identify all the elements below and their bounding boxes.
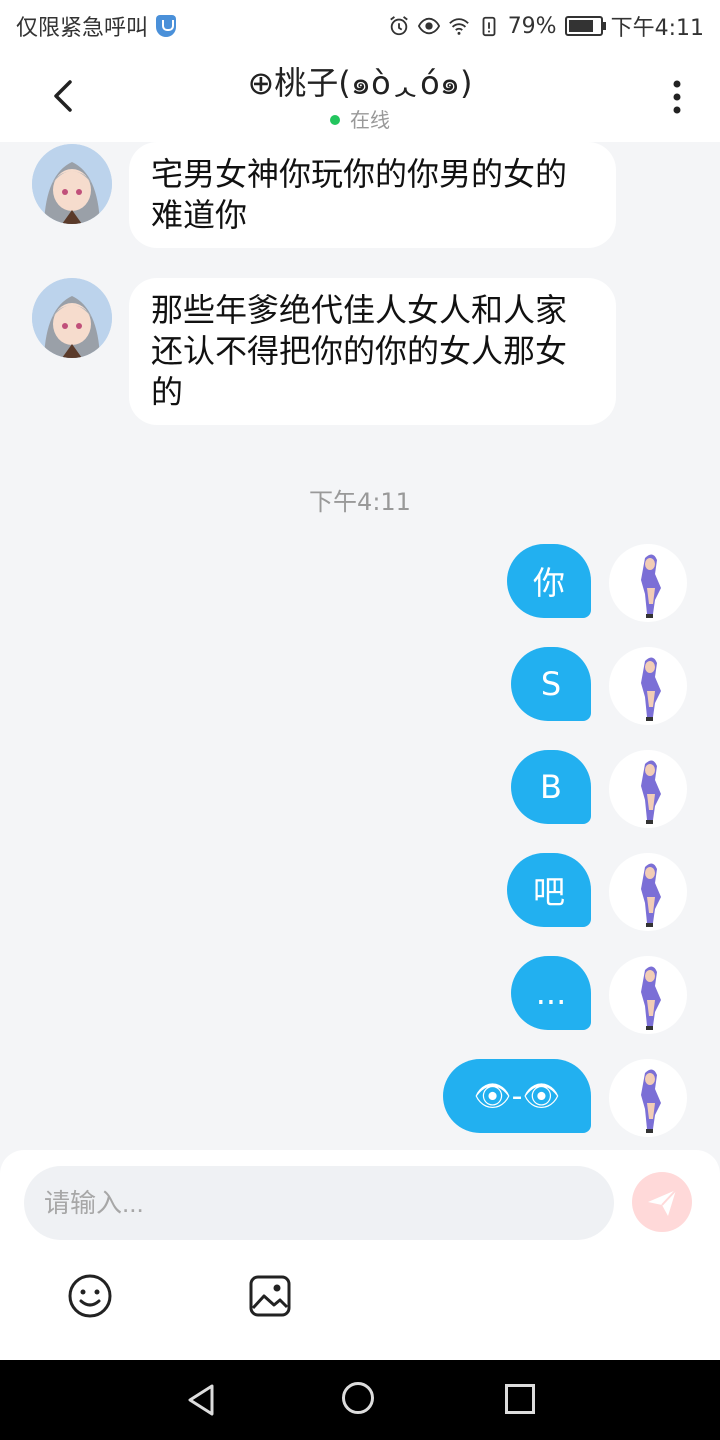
user-avatar[interactable] [609,1059,687,1137]
presence-status: 在线 [0,104,720,133]
more-vertical-icon[interactable] [662,78,692,116]
composer [0,1150,720,1360]
contact-name: ⊕桃子(๑òᆺó๑) [247,64,473,102]
battery-icon [564,16,606,36]
outgoing-bubble[interactable]: 你 [507,544,591,618]
contact-avatar[interactable] [32,278,112,358]
outgoing-bubble[interactable]: 👁-👁 [443,1059,591,1133]
outgoing-bubble[interactable]: S [511,647,591,721]
outgoing-message: ... [0,956,720,1036]
avatar-image [32,278,112,358]
outgoing-bubble[interactable]: 吧 [507,853,591,927]
outgoing-message: 你 [0,544,720,624]
battery-percent: 79% [507,13,557,39]
outgoing-message: S [0,647,720,727]
outgoing-message: 吧 [0,853,720,933]
carrier-label: 仅限紧急呼叫 [16,16,149,41]
nav-home-icon[interactable] [342,1382,374,1414]
outgoing-bubble[interactable]: B [511,750,591,824]
system-nav-bar [0,1360,720,1440]
user-avatar[interactable] [609,647,687,725]
user-avatar[interactable] [609,956,687,1034]
send-icon [648,1189,677,1216]
user-avatar[interactable] [609,544,687,622]
outgoing-message: B [0,750,720,830]
outgoing-message: 👁-👁 [0,1059,720,1139]
nav-recent-icon[interactable] [505,1384,535,1414]
message-input[interactable] [24,1166,614,1240]
message-timestamp: 下午4:11 [309,488,411,516]
status-time: 下午4:11 [610,16,704,41]
alarm-icon [389,16,408,36]
chat-header: ⊕桃子(๑òᆺó๑) 在线 [0,50,720,142]
outgoing-bubble[interactable]: ... [511,956,591,1030]
nav-back-icon[interactable] [184,1382,218,1418]
send-button[interactable] [632,1172,692,1232]
incoming-bubble[interactable]: 宅男女神你玩你的你男的女的难道你 [129,142,616,248]
image-icon[interactable] [246,1272,294,1320]
incoming-bubble[interactable]: 那些年爹绝代佳人女人和人家还认不得把你的你的女人那女的 [129,278,616,425]
battery-alert-icon [482,16,496,37]
message-list[interactable]: 宅男女神你玩你的你男的女的难道你 那些年爹绝代佳人女人和人家还认不得把你的你的女… [0,142,720,1150]
status-bar: 仅限紧急呼叫 79% 下午4:11 [0,0,720,50]
avatar-image [32,144,112,224]
online-dot-icon [330,114,340,125]
contact-avatar[interactable] [32,144,112,224]
emoji-icon[interactable] [66,1272,114,1320]
user-avatar[interactable] [609,750,687,828]
presence-label: 在线 [350,108,390,132]
wifi-icon [448,18,469,35]
user-avatar[interactable] [609,853,687,931]
eye-icon [417,17,440,35]
shield-icon [156,15,177,37]
